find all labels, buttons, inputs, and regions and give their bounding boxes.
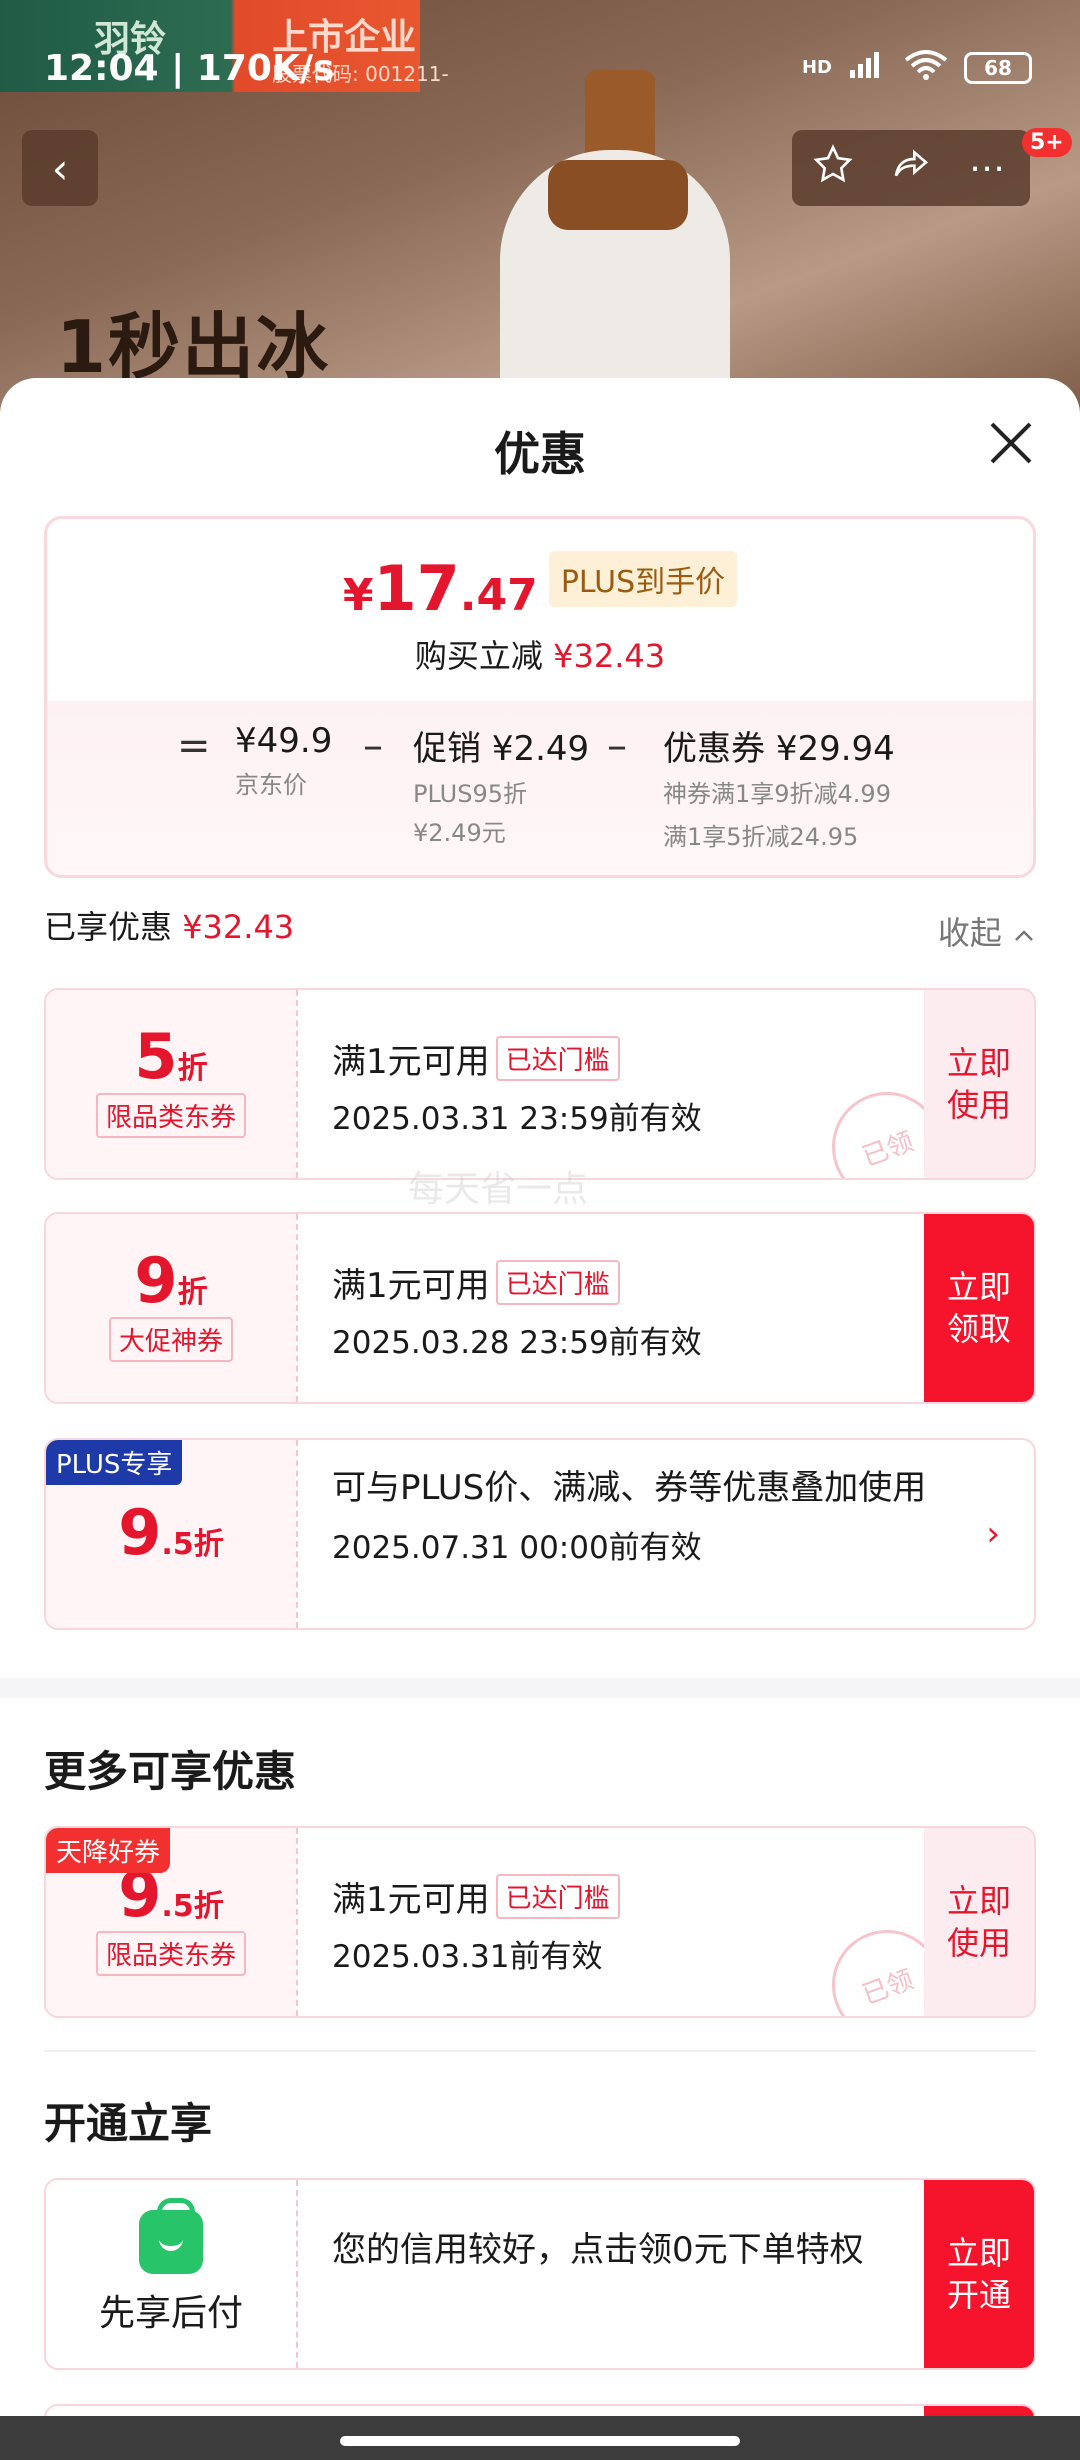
chevron-right-icon: › [986,1514,1000,1554]
coupon-value: 5折 [134,1020,208,1093]
status-time: 12:04 | 170K/s [44,48,335,89]
coupon-date: 2025.03.31 23:59前有效 [332,1101,702,1137]
price-summary-card: ¥17.47 PLUS到手价 购买立减 ¥32.43 = ¥49.9 京东价 –… [44,516,1036,878]
coupon-card: 9.5折 限品类东券 天降好券 满1元可用 已达门槛 2025.03.31前有效 … [44,1826,1036,2018]
header-actions: ⋯ [792,130,1030,206]
close-icon [990,422,1032,464]
coupon-info: 满1元可用 已达门槛 2025.03.28 23:59前有效 [332,1258,914,1362]
chevron-left-icon: ‹ [51,143,69,193]
reduce-value: ¥32.43 [553,637,666,675]
watermark: 每天省一点 [408,1169,589,1210]
claim-now-button[interactable]: 立即 领取 [924,1214,1034,1402]
coupon-type-tag: 限品类东券 [95,1931,246,1976]
coupon-date: 2025.07.31 00:00前有效 [332,1530,702,1566]
pay-later-desc: 您的信用较好，点击领0元下单特权 [332,2230,864,2270]
coupon-card: 9折 大促神券 满1元可用 已达门槛 2025.03.28 23:59前有效 立即… [44,1212,1036,1404]
coupon-date: 2025.03.28 23:59前有效 [332,1325,702,1361]
coupon-status: 已达门槛 [495,1260,620,1305]
price-summary-top: ¥17.47 PLUS到手价 购买立减 ¥32.43 [47,519,1033,701]
coupon-info: 可与PLUS价、满减、券等优惠叠加使用 2025.07.31 00:00前有效 [332,1464,954,1567]
home-indicator[interactable] [340,2436,740,2446]
reduce-line: 购买立减 ¥32.43 [414,637,666,675]
section-gap [0,1678,1080,1698]
coupon-value-area: 9折 大促神券 [46,1214,296,1402]
sheet-title: 优惠 [494,427,586,481]
coupon-type-tag: 大促神券 [108,1317,233,1362]
coupon-condition: 满1元可用 [332,1042,490,1082]
coupon-condition: 满1元可用 [332,1266,490,1306]
pay-later-name: 先享后付 [98,2293,243,2334]
discount-sheet: 优惠 ¥17.47 PLUS到手价 购买立减 ¥32.43 = ¥49.9 京东… [0,378,1080,2460]
battery-icon: 68 [964,51,1032,84]
status-icons: HD 68 [802,48,1032,87]
chevron-up-icon [1015,930,1033,941]
back-button[interactable]: ‹ [22,130,98,206]
jd-price: ¥49.9 京东价 [235,721,333,799]
coupon-desc: 可与PLUS价、满减、券等优惠叠加使用 [332,1468,927,1508]
coupon-status: 已达门槛 [495,1874,620,1919]
coupon-status: 已达门槛 [495,1036,620,1081]
plus-exclusive-flag: PLUS专享 [46,1440,183,1485]
coupon-price: 优惠券 ¥29.94 神券满1享9折减4.99 满1享5折减24.95 [663,729,895,851]
collapse-button[interactable]: 收起 [938,908,1036,954]
jd-price-label: 京东价 [235,771,307,799]
divider [44,2050,1036,2052]
coupon-info: 满1元可用 已达门槛 2025.03.31前有效 [332,1872,914,1976]
open-benefits-title: 开通立享 [44,2099,213,2148]
final-price: ¥17.47 [342,552,538,625]
promo-price: 促销 ¥2.49 PLUS95折 ¥2.49元 [413,729,590,847]
shopping-bag-icon [139,2198,203,2274]
product-image-cap [548,160,688,230]
coupon-date: 2025.03.31前有效 [332,1939,603,1975]
coupon-card: 5折 限品类东券 满1元可用 已达门槛 2025.03.31 23:59前有效 已… [44,988,1036,1180]
enjoyed-discount: 已享优惠 ¥32.43 [44,908,295,946]
wifi-icon [904,48,948,87]
coupon-value: 9折 [134,1244,208,1317]
more-badge: 5+ [1022,128,1072,157]
sky-coupon-flag: 天降好券 [46,1828,171,1873]
status-bar: 12:04 | 170K/s HD 68 [0,0,1080,136]
coupon-value-area: 5折 限品类东券 [46,990,296,1178]
price-breakdown: = ¥49.9 京东价 – 促销 ¥2.49 PLUS95折 ¥2.49元 – … [47,701,1033,875]
close-button[interactable] [986,418,1036,468]
share-icon[interactable] [889,144,933,193]
use-now-button[interactable]: 立即 使用 [924,990,1034,1178]
more-discounts-title: 更多可享优惠 [44,1747,297,1796]
hd-icon: HD [801,57,832,78]
plus-coupon-card[interactable]: 9.5折 PLUS专享 可与PLUS价、满减、券等优惠叠加使用 2025.07.… [44,1438,1036,1630]
coupon-condition: 满1元可用 [332,1880,490,1920]
pay-later-info: 您的信用较好，点击领0元下单特权 [332,2224,914,2276]
coupon-info: 满1元可用 已达门槛 2025.03.31 23:59前有效 [332,1034,914,1138]
pay-later-brand: 先享后付 [46,2180,296,2368]
pay-later-card: 先享后付 您的信用较好，点击领0元下单特权 立即 开通 [44,2178,1036,2370]
use-now-button[interactable]: 立即 使用 [924,1828,1034,2016]
more-icon[interactable]: ⋯ [969,148,1009,189]
equals-sign: = [177,723,211,769]
minus-sign-2: – [607,723,627,769]
signal-icon [848,50,888,85]
plus-price-tag: PLUS到手价 [548,551,738,607]
activate-now-button[interactable]: 立即 开通 [924,2180,1034,2368]
star-icon[interactable] [813,143,853,193]
coupon-value: 9.5折 [118,1496,224,1569]
minus-sign: – [363,723,383,769]
coupon-type-tag: 限品类东券 [95,1093,246,1138]
